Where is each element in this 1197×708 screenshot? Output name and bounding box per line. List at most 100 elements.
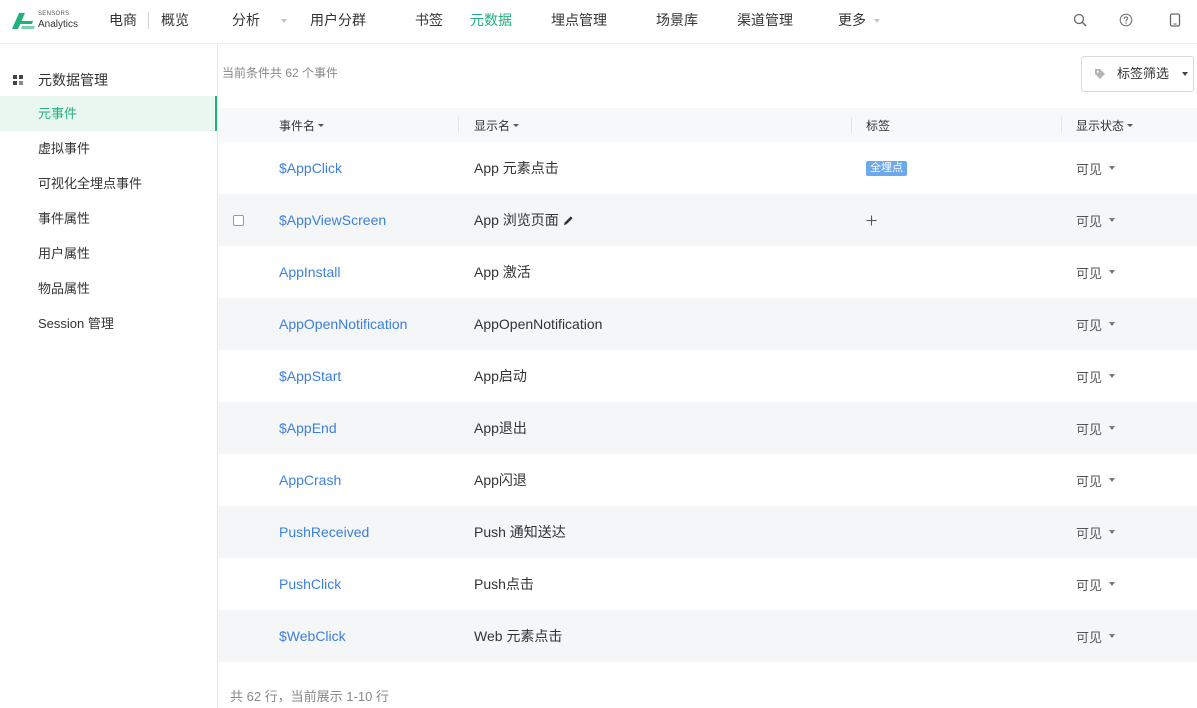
event-name-link[interactable]: $AppViewScreen bbox=[279, 212, 386, 228]
column-header-display-name[interactable]: 显示名 bbox=[458, 108, 851, 142]
table-row[interactable]: $AppEnd App退出 可见 bbox=[218, 402, 1197, 454]
status-dropdown[interactable]: 可见 bbox=[1061, 350, 1197, 402]
event-name-link[interactable]: PushReceived bbox=[279, 524, 369, 540]
table-row[interactable]: PushClick Push点击 可见 bbox=[218, 558, 1197, 610]
plus-icon[interactable] bbox=[866, 215, 877, 226]
nav-analysis[interactable]: 分析 bbox=[232, 0, 287, 40]
display-name-cell: App 激活 bbox=[458, 246, 851, 298]
event-name-link[interactable]: $AppStart bbox=[279, 368, 341, 384]
event-name-cell: $AppStart bbox=[260, 350, 458, 402]
nav-overview[interactable]: 概览 bbox=[161, 0, 189, 40]
row-select-cell bbox=[218, 142, 260, 194]
status-dropdown[interactable]: 可见 bbox=[1061, 194, 1197, 246]
status-label: 可见 bbox=[1076, 577, 1103, 593]
status-dropdown[interactable]: 可见 bbox=[1061, 298, 1197, 350]
nav-label: 书签 bbox=[415, 12, 443, 28]
table-row[interactable]: $WebClick Web 元素点击 可见 bbox=[218, 610, 1197, 662]
status-dropdown[interactable]: 可见 bbox=[1061, 402, 1197, 454]
event-name-cell: $AppClick bbox=[260, 142, 458, 194]
status-label: 可见 bbox=[1076, 265, 1103, 281]
search-icon[interactable] bbox=[1073, 13, 1087, 27]
project-switcher[interactable]: 电商 bbox=[109, 0, 137, 40]
row-checkbox[interactable] bbox=[233, 214, 244, 226]
table-row[interactable]: $AppClick App 元素点击 全埋点 可见 bbox=[218, 142, 1197, 194]
status-dropdown[interactable]: 可见 bbox=[1061, 142, 1197, 194]
display-name: App 浏览页面 bbox=[474, 212, 559, 228]
event-name-cell: AppOpenNotification bbox=[260, 298, 458, 350]
column-header-event-name[interactable]: 事件名 bbox=[260, 108, 458, 142]
status-dropdown[interactable]: 可见 bbox=[1061, 558, 1197, 610]
status-label: 可见 bbox=[1076, 161, 1103, 177]
nav-label: 更多 bbox=[838, 12, 866, 28]
status-label: 可见 bbox=[1076, 213, 1103, 229]
caret-down-icon bbox=[1109, 374, 1116, 378]
tags-cell bbox=[851, 246, 1061, 298]
event-name-link[interactable]: $AppEnd bbox=[279, 420, 337, 436]
nav-label: 元数据 bbox=[470, 12, 512, 28]
tag-filter-label: 标签筛选 bbox=[1117, 66, 1170, 81]
event-name-link[interactable]: $AppClick bbox=[279, 160, 342, 176]
nav-bookmarks[interactable]: 书签 bbox=[415, 0, 443, 40]
sort-caret-icon[interactable] bbox=[513, 123, 520, 127]
display-name-cell: App闪退 bbox=[458, 454, 851, 506]
status-label: 可见 bbox=[1076, 473, 1103, 489]
nav-divider bbox=[148, 12, 149, 29]
chevron-down-icon bbox=[281, 19, 287, 24]
logo-text-bottom: Analytics bbox=[38, 19, 79, 30]
sidebar-item-user-properties[interactable]: 用户属性 bbox=[0, 236, 217, 271]
sidebar: 元数据管理 元事件 虚拟事件 可视化全埋点事件 事件属性 用户属性 物品属性 S… bbox=[0, 45, 218, 708]
sidebar-item-meta-events[interactable]: 元事件 bbox=[0, 96, 217, 131]
status-dropdown[interactable]: 可见 bbox=[1061, 454, 1197, 506]
status-label: 可见 bbox=[1076, 317, 1103, 333]
caret-down-icon bbox=[1109, 634, 1116, 638]
sidebar-item-item-properties[interactable]: 物品属性 bbox=[0, 271, 217, 306]
sidebar-item-session-management[interactable]: Session 管理 bbox=[0, 306, 217, 341]
event-name-link[interactable]: AppInstall bbox=[279, 264, 340, 280]
chevron-down-icon bbox=[874, 19, 880, 24]
event-name-link[interactable]: $WebClick bbox=[279, 628, 346, 644]
device-icon[interactable] bbox=[1168, 13, 1182, 27]
status-dropdown[interactable]: 可见 bbox=[1061, 610, 1197, 662]
sidebar-item-event-properties[interactable]: 事件属性 bbox=[0, 201, 217, 236]
nav-label: 埋点管理 bbox=[551, 12, 607, 28]
status-dropdown[interactable]: 可见 bbox=[1061, 246, 1197, 298]
status-dropdown[interactable]: 可见 bbox=[1061, 506, 1197, 558]
sort-caret-icon[interactable] bbox=[318, 123, 325, 127]
event-name-link[interactable]: PushClick bbox=[279, 576, 341, 592]
display-name: App退出 bbox=[474, 420, 527, 436]
table-row[interactable]: PushReceived Push 通知送达 可见 bbox=[218, 506, 1197, 558]
event-name-link[interactable]: AppCrash bbox=[279, 472, 341, 488]
event-name-link[interactable]: AppOpenNotification bbox=[279, 316, 407, 332]
nav-more[interactable]: 更多 bbox=[838, 0, 880, 40]
nav-channel-management[interactable]: 渠道管理 bbox=[737, 0, 793, 40]
sidebar-item-virtual-events[interactable]: 虚拟事件 bbox=[0, 131, 217, 166]
column-header-display-status[interactable]: 显示状态 bbox=[1061, 108, 1197, 142]
table-row[interactable]: AppOpenNotification AppOpenNotification … bbox=[218, 298, 1197, 350]
table-row[interactable]: AppCrash App闪退 可见 bbox=[218, 454, 1197, 506]
caret-down-icon bbox=[1109, 270, 1116, 274]
column-header-label: 标签 bbox=[866, 118, 891, 133]
nav-scenario-library[interactable]: 场景库 bbox=[656, 0, 698, 40]
table-row[interactable]: AppInstall App 激活 可见 bbox=[218, 246, 1197, 298]
nav-user-segments[interactable]: 用户分群 bbox=[310, 0, 366, 40]
table-row[interactable]: $AppStart App启动 可见 bbox=[218, 350, 1197, 402]
sidebar-title: 元数据管理 bbox=[0, 64, 217, 96]
table-row[interactable]: $AppViewScreen App 浏览页面 可见 bbox=[218, 194, 1197, 246]
tag-filter-button[interactable]: 标签筛选 bbox=[1081, 56, 1194, 92]
pencil-icon[interactable] bbox=[563, 215, 574, 226]
event-name-cell: PushClick bbox=[260, 558, 458, 610]
question-circle-icon[interactable] bbox=[1119, 13, 1133, 27]
nav-tracking-management[interactable]: 埋点管理 bbox=[551, 0, 607, 40]
main-content: 当前条件共 62 个事件 标签筛选 事件名 显示名 标签 显示状态 $AppCl… bbox=[218, 45, 1197, 708]
tags-cell bbox=[851, 454, 1061, 506]
row-select-cell bbox=[218, 610, 260, 662]
nav-label: 渠道管理 bbox=[737, 12, 793, 28]
status-label: 可见 bbox=[1076, 525, 1103, 541]
sensors-logo[interactable]: SENSORS Analytics bbox=[12, 9, 86, 35]
caret-down-icon bbox=[1109, 322, 1116, 326]
sidebar-item-visual-autotrack-events[interactable]: 可视化全埋点事件 bbox=[0, 166, 217, 201]
tag-badge[interactable]: 全埋点 bbox=[866, 160, 907, 176]
nav-metadata[interactable]: 元数据 bbox=[470, 0, 512, 40]
sort-caret-icon[interactable] bbox=[1127, 123, 1134, 127]
display-name: Push点击 bbox=[474, 576, 534, 592]
